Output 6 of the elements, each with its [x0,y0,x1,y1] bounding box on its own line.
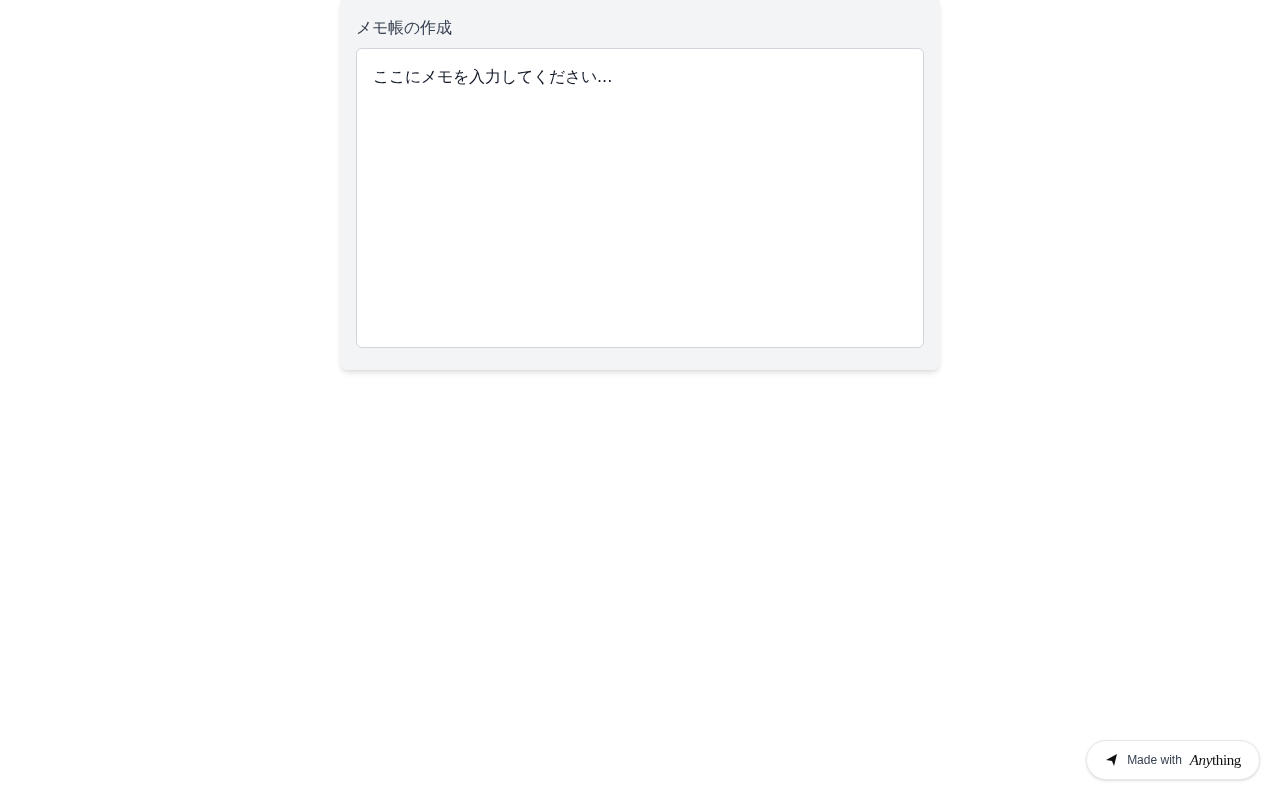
made-with-badge[interactable]: Made with Anything [1086,740,1260,780]
memo-title: メモ帳の作成 [356,18,453,38]
logo-icon [1105,754,1120,766]
memo-field[interactable]: ここにメモを入力してください... [356,48,924,348]
brand-logo: Anything [1189,750,1241,770]
badge-text: Made with [1127,752,1182,769]
